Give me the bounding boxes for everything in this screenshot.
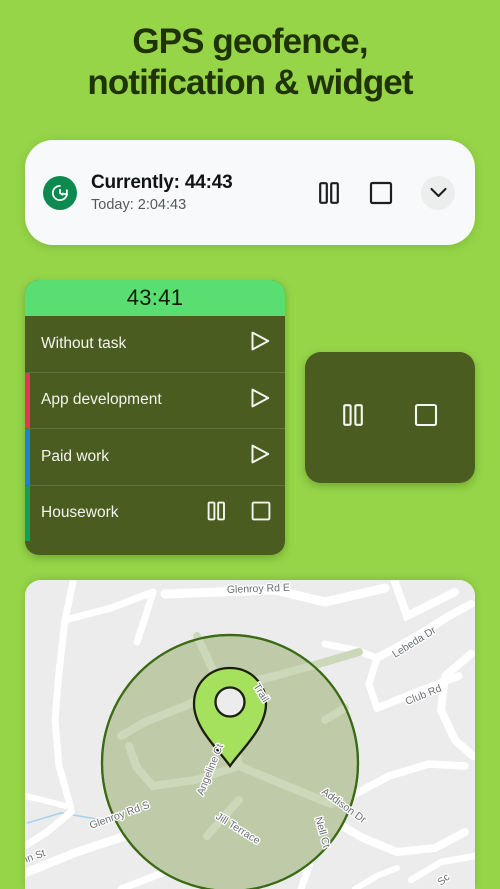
task-actions: [206, 500, 272, 527]
stop-square-icon: [251, 501, 271, 521]
task-label: Without task: [41, 334, 127, 352]
notification-expand-button[interactable]: [421, 175, 455, 210]
map-canvas: Glenroy Rd E Lebeda Dr Club Rd Trail Add…: [25, 580, 475, 889]
task-play-button[interactable]: [249, 443, 272, 470]
notification-card[interactable]: Currently: 44:43 Today: 2:04:43: [25, 140, 475, 245]
pause-icon: [319, 181, 339, 204]
task-stop-button[interactable]: [250, 500, 272, 527]
notification-title: Currently: 44:43: [91, 171, 233, 193]
task-color-bar: [25, 485, 30, 541]
list-item[interactable]: Without task: [25, 316, 285, 373]
widget-footer-spacer: [25, 541, 285, 555]
notification-subtitle: Today: 2:04:43: [91, 196, 187, 213]
widget-timer-value: 43:41: [126, 285, 184, 310]
task-label: Housework: [41, 504, 119, 522]
notification-pause-button[interactable]: [317, 180, 341, 206]
task-color-bar: [25, 372, 30, 428]
stop-square-icon: [369, 181, 393, 204]
pause-icon: [207, 501, 225, 521]
notification-text-block: Currently: 44:43 Today: 2:04:43: [91, 172, 317, 214]
task-play-button[interactable]: [249, 387, 272, 414]
task-play-button[interactable]: [249, 330, 272, 357]
task-color-bar: [25, 429, 30, 485]
compact-control-widget[interactable]: [305, 352, 475, 483]
chevron-down-icon: [429, 187, 447, 198]
history-clock-icon: [43, 175, 77, 210]
compact-stop-button[interactable]: [413, 402, 439, 433]
task-actions: [249, 443, 272, 470]
play-icon: [251, 388, 270, 408]
stop-square-icon: [414, 403, 438, 427]
task-color-bar: [25, 316, 30, 372]
task-label: Paid work: [41, 447, 110, 465]
notification-stop-button[interactable]: [368, 180, 394, 206]
page-title: GPS geofence, notification & widget: [0, 0, 500, 104]
page-title-line-2: notification & widget: [87, 62, 413, 102]
widget-timer-header: 43:41: [25, 280, 285, 316]
list-item[interactable]: Paid work: [25, 429, 285, 486]
task-list-widget[interactable]: 43:41 Without task App development Paid …: [25, 280, 285, 555]
list-item[interactable]: Housework: [25, 485, 285, 541]
compact-pause-button[interactable]: [341, 402, 365, 433]
pause-icon: [343, 404, 363, 426]
task-pause-button[interactable]: [206, 500, 227, 527]
widget-task-rows: Without task App development Paid work H…: [25, 316, 285, 541]
geofence-map[interactable]: Glenroy Rd E Lebeda Dr Club Rd Trail Add…: [25, 580, 475, 889]
task-actions: [249, 330, 272, 357]
road-label: Glenroy Rd E: [227, 582, 290, 596]
play-icon: [251, 331, 270, 351]
page-title-line-1: GPS geofence,: [132, 22, 368, 61]
task-label: App development: [41, 391, 162, 409]
list-item[interactable]: App development: [25, 372, 285, 429]
play-icon: [251, 444, 270, 464]
notification-actions: [317, 175, 455, 210]
task-actions: [249, 387, 272, 414]
